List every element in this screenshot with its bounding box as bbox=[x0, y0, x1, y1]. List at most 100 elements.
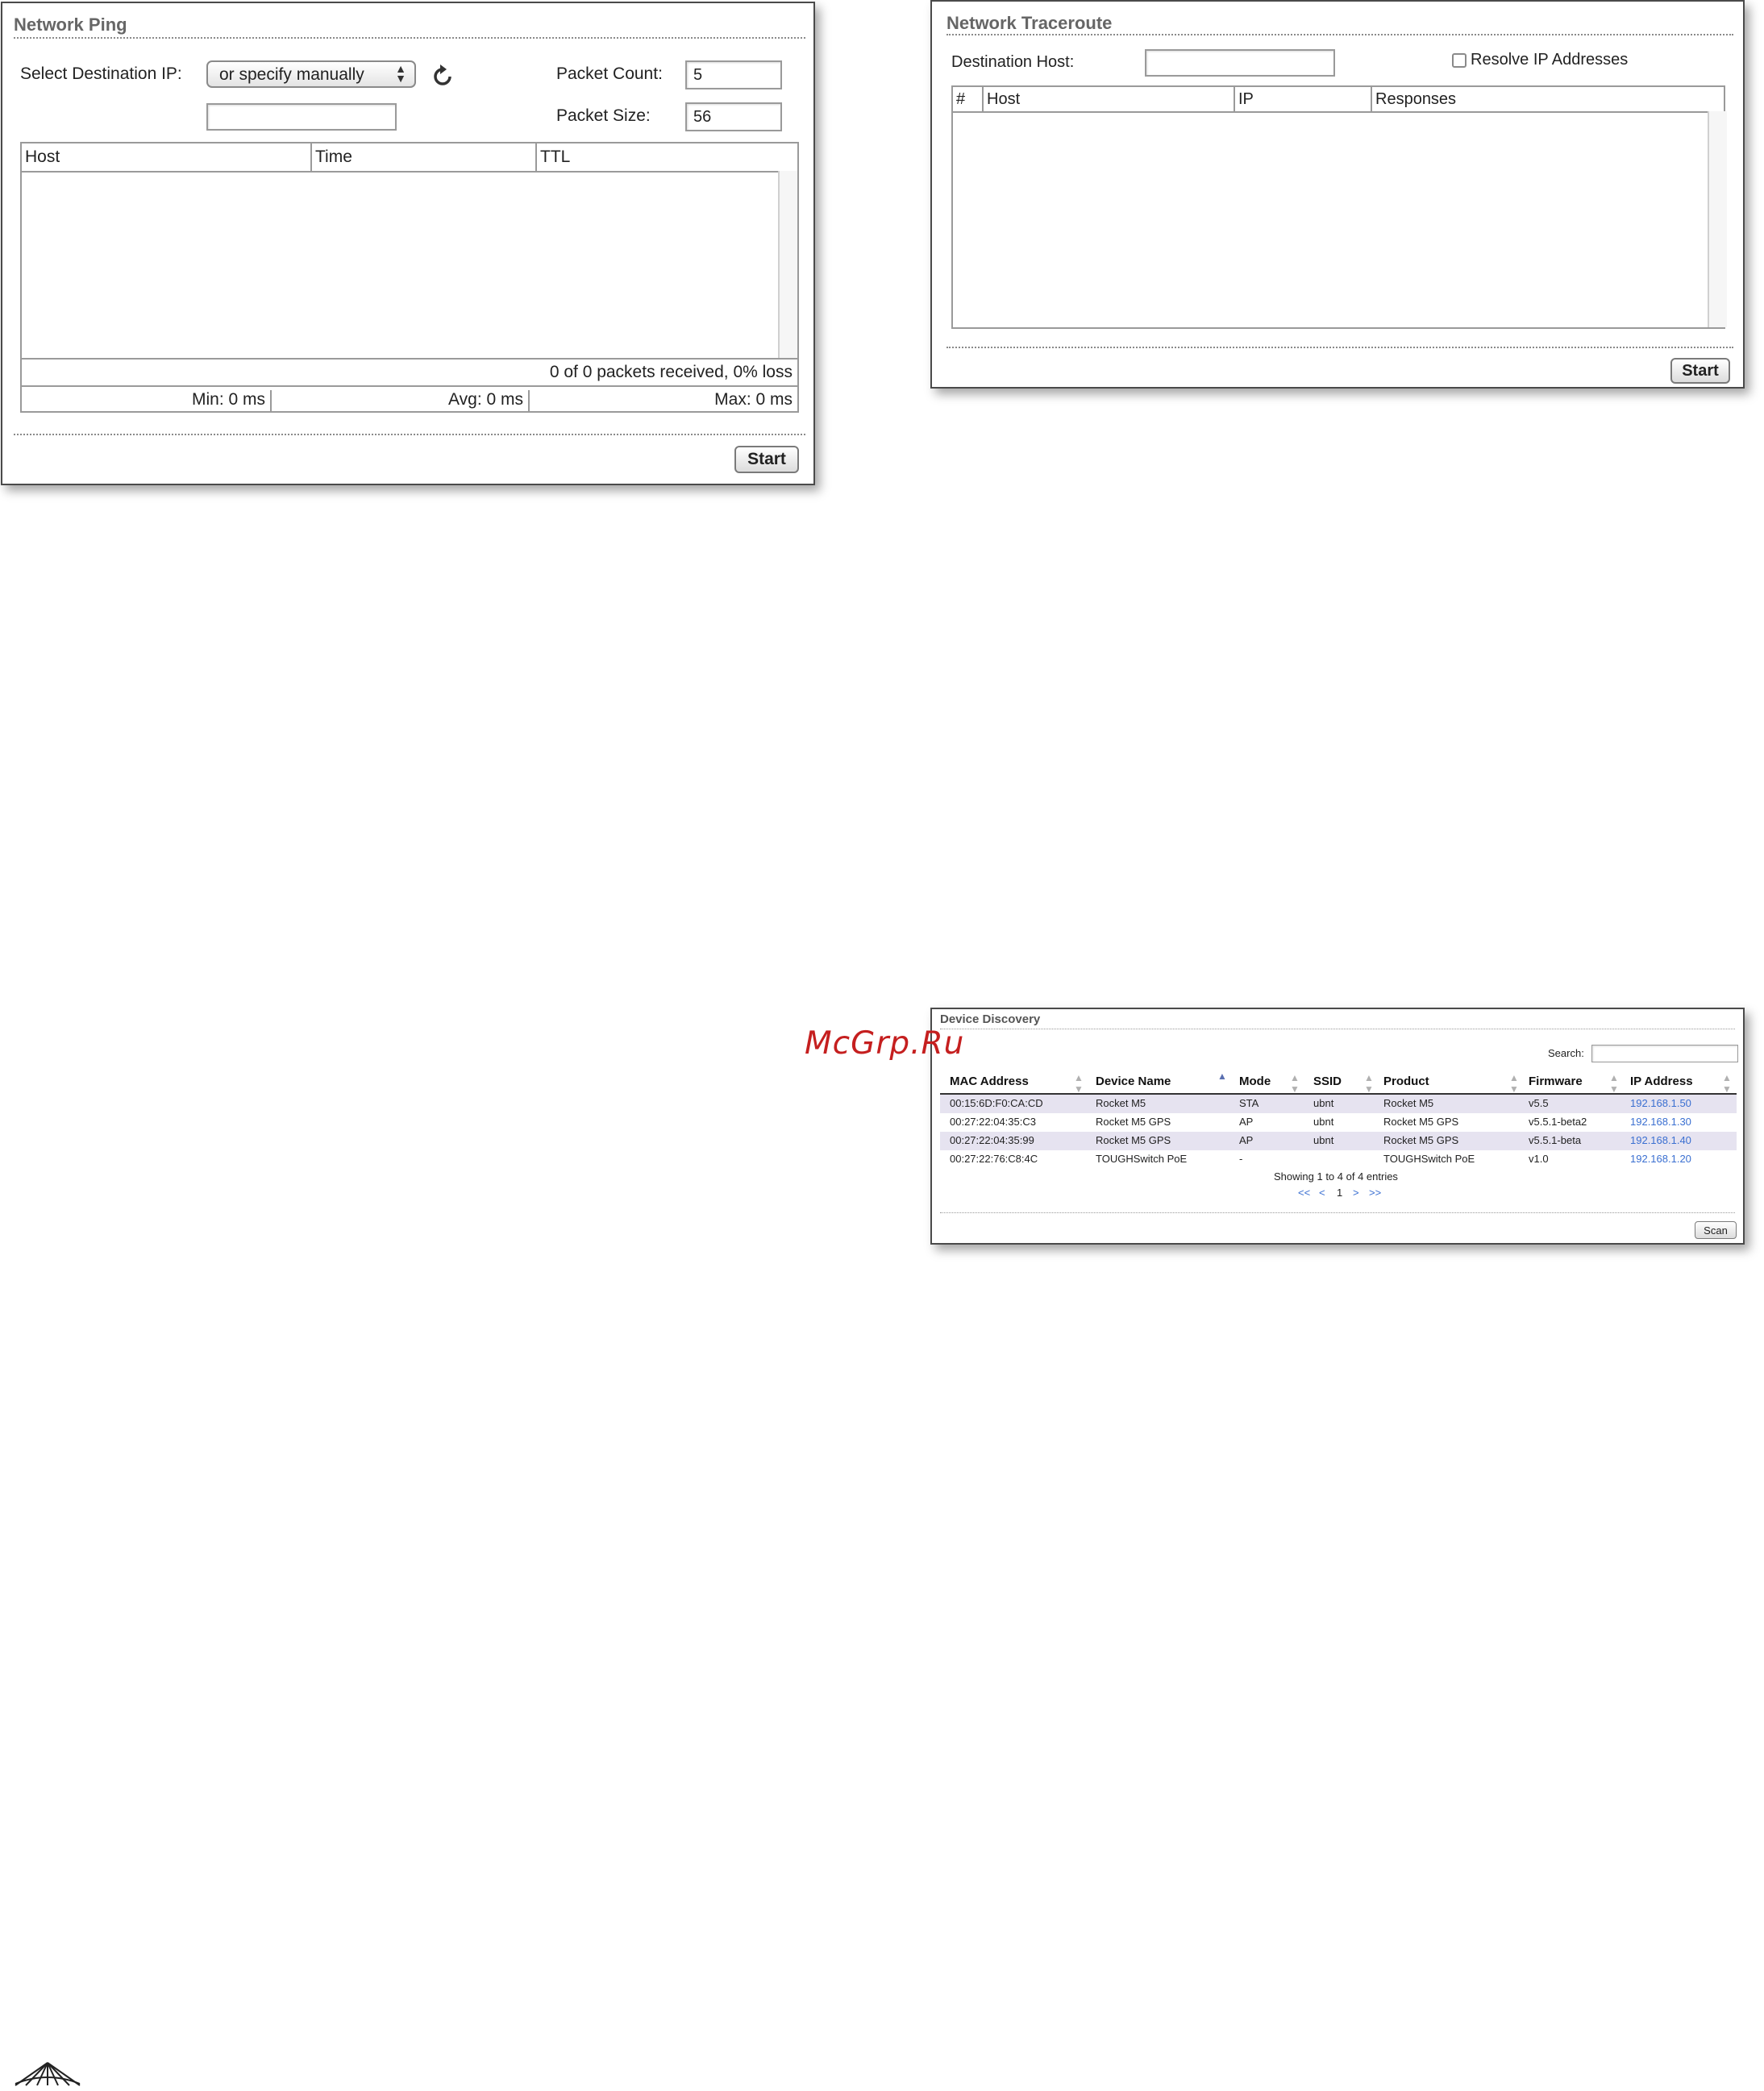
packet-size-label: Packet Size: bbox=[556, 106, 651, 125]
search-input[interactable] bbox=[1591, 1045, 1738, 1062]
packet-count-label: Packet Count: bbox=[556, 64, 663, 83]
col-responses[interactable]: Responses bbox=[1372, 87, 1724, 111]
search-label: Search: bbox=[1548, 1047, 1584, 1059]
col-device-name[interactable]: Device Name bbox=[1096, 1075, 1171, 1088]
traceroute-start-button[interactable]: Start bbox=[1670, 358, 1730, 384]
ping-max: Max: 0 ms bbox=[714, 390, 793, 409]
product-cell: Rocket M5 GPS bbox=[1383, 1116, 1459, 1128]
table-row[interactable]: 00:27:22:76:C8:4C TOUGHSwitch PoE - TOUG… bbox=[940, 1150, 1737, 1169]
destination-host-input[interactable] bbox=[1145, 49, 1335, 77]
dest-ip-select-value: or specify manually bbox=[219, 65, 364, 84]
ping-stats-row: Min: 0 ms Avg: 0 ms Max: 0 ms bbox=[22, 385, 797, 413]
ping-footer-divider bbox=[14, 434, 805, 435]
firmware-cell: v1.0 bbox=[1529, 1153, 1549, 1165]
ssid-cell: ubnt bbox=[1313, 1116, 1334, 1128]
sort-asc-icon[interactable]: ▲ bbox=[1217, 1070, 1227, 1082]
resolve-ip-label[interactable]: Resolve IP Addresses bbox=[1471, 51, 1628, 69]
showing-entries-text: Showing 1 to 4 of 4 entries bbox=[1274, 1170, 1398, 1183]
device-name-cell: Rocket M5 GPS bbox=[1096, 1134, 1171, 1146]
prev-page-link[interactable]: < bbox=[1319, 1187, 1325, 1199]
destination-host-label: Destination Host: bbox=[951, 53, 1075, 71]
firmware-cell: v5.5.1-beta bbox=[1529, 1134, 1582, 1146]
mode-cell: AP bbox=[1239, 1134, 1254, 1146]
product-cell: Rocket M5 bbox=[1383, 1097, 1434, 1109]
mac-cell: 00:27:22:76:C8:4C bbox=[950, 1153, 1038, 1165]
dest-ip-select[interactable]: or specify manually ▲ ▼ bbox=[206, 60, 416, 88]
ip-address-link[interactable]: 192.168.1.40 bbox=[1630, 1134, 1691, 1146]
ping-summary-row: 0 of 0 packets received, 0% loss bbox=[22, 358, 797, 387]
table-row[interactable]: 00:15:6D:F0:CA:CD Rocket M5 STA ubnt Roc… bbox=[940, 1095, 1737, 1113]
ip-address-link[interactable]: 192.168.1.50 bbox=[1630, 1097, 1691, 1109]
device-name-cell: TOUGHSwitch PoE bbox=[1096, 1153, 1188, 1165]
sort-icon[interactable]: ▲ ▼ bbox=[1364, 1072, 1374, 1095]
resolve-ip-checkbox[interactable] bbox=[1452, 53, 1467, 68]
discovery-footer-divider bbox=[940, 1212, 1735, 1213]
product-cell: TOUGHSwitch PoE bbox=[1383, 1153, 1475, 1165]
mode-cell: AP bbox=[1239, 1116, 1254, 1128]
col-firmware[interactable]: Firmware bbox=[1529, 1075, 1583, 1088]
device-name-cell: Rocket M5 GPS bbox=[1096, 1116, 1171, 1128]
col-ttl[interactable]: TTL bbox=[537, 143, 797, 171]
sort-icon[interactable]: ▲ ▼ bbox=[1074, 1072, 1084, 1095]
ping-summary: 0 of 0 packets received, 0% loss bbox=[549, 363, 793, 381]
col-time[interactable]: Time bbox=[312, 143, 537, 171]
traceroute-results-table: # Host IP Responses bbox=[951, 85, 1727, 329]
mac-cell: 00:27:22:04:35:99 bbox=[950, 1134, 1034, 1146]
pagination: << < 1 > >> bbox=[1298, 1187, 1395, 1201]
device-name-cell: Rocket M5 bbox=[1096, 1097, 1146, 1109]
discovery-title: Device Discovery bbox=[940, 1012, 1041, 1026]
product-cell: Rocket M5 GPS bbox=[1383, 1134, 1459, 1146]
ssid-cell: ubnt bbox=[1313, 1134, 1334, 1146]
ping-results-table: Host Time TTL 0 of 0 packets received, 0… bbox=[20, 142, 799, 413]
col-host[interactable]: Host bbox=[984, 87, 1235, 111]
traceroute-scrollbar[interactable] bbox=[1708, 111, 1727, 327]
device-discovery-panel: Device Discovery Search: MAC Address ▲ ▼ … bbox=[930, 1008, 1745, 1245]
ping-scrollbar[interactable] bbox=[778, 171, 797, 358]
col-ssid[interactable]: SSID bbox=[1313, 1075, 1342, 1088]
ssid-cell: ubnt bbox=[1313, 1097, 1334, 1109]
dest-ip-label: Select Destination IP: bbox=[20, 64, 182, 83]
discovery-table-body: 00:15:6D:F0:CA:CD Rocket M5 STA ubnt Roc… bbox=[940, 1095, 1737, 1169]
mode-cell: - bbox=[1239, 1153, 1243, 1165]
packet-count-input[interactable] bbox=[685, 60, 782, 89]
ip-address-link[interactable]: 192.168.1.20 bbox=[1630, 1153, 1691, 1165]
sort-icon[interactable]: ▲ ▼ bbox=[1290, 1072, 1300, 1095]
last-page-link[interactable]: >> bbox=[1369, 1187, 1381, 1199]
traceroute-title: Network Traceroute bbox=[946, 13, 1113, 33]
col-mac-address[interactable]: MAC Address bbox=[950, 1075, 1029, 1088]
firmware-cell: v5.5.1-beta2 bbox=[1529, 1116, 1587, 1128]
network-traceroute-panel: Network Traceroute Destination Host: Res… bbox=[930, 0, 1745, 389]
manual-ip-input[interactable] bbox=[206, 103, 397, 131]
table-row[interactable]: 00:27:22:04:35:99 Rocket M5 GPS AP ubnt … bbox=[940, 1132, 1737, 1150]
first-page-link[interactable]: << bbox=[1298, 1187, 1310, 1199]
scan-button[interactable]: Scan bbox=[1695, 1221, 1737, 1239]
col-product[interactable]: Product bbox=[1383, 1075, 1429, 1088]
ping-avg: Avg: 0 ms bbox=[272, 390, 530, 413]
col-mode[interactable]: Mode bbox=[1239, 1075, 1271, 1088]
ip-address-link[interactable]: 192.168.1.30 bbox=[1630, 1116, 1691, 1128]
firmware-cell: v5.5 bbox=[1529, 1097, 1549, 1109]
refresh-icon[interactable] bbox=[431, 63, 455, 89]
col-host[interactable]: Host bbox=[22, 143, 312, 171]
table-row[interactable]: 00:27:22:04:35:C3 Rocket M5 GPS AP ubnt … bbox=[940, 1113, 1737, 1132]
mac-cell: 00:27:22:04:35:C3 bbox=[950, 1116, 1036, 1128]
watermark-text: McGrp.Ru bbox=[805, 1025, 965, 1062]
packet-size-input[interactable] bbox=[685, 102, 782, 131]
logo-icon bbox=[11, 2060, 84, 2087]
current-page: 1 bbox=[1337, 1187, 1343, 1199]
ping-title-divider bbox=[14, 37, 805, 39]
sort-icon[interactable]: ▲ ▼ bbox=[1509, 1072, 1519, 1095]
traceroute-table-header: # Host IP Responses bbox=[953, 87, 1724, 113]
discovery-table-header: MAC Address ▲ ▼ Device Name ▲ Mode ▲ ▼ SSI… bbox=[940, 1070, 1737, 1095]
ping-start-button[interactable]: Start bbox=[734, 446, 799, 473]
select-arrows-icon: ▲ ▼ bbox=[395, 62, 406, 85]
sort-icon[interactable]: ▲ ▼ bbox=[1722, 1072, 1732, 1095]
col-ip-address[interactable]: IP Address bbox=[1630, 1075, 1693, 1088]
next-page-link[interactable]: > bbox=[1353, 1187, 1359, 1199]
mode-cell: STA bbox=[1239, 1097, 1259, 1109]
ping-min: Min: 0 ms bbox=[22, 390, 272, 413]
sort-icon[interactable]: ▲ ▼ bbox=[1609, 1072, 1619, 1095]
col-ip[interactable]: IP bbox=[1235, 87, 1372, 111]
col-hop-number[interactable]: # bbox=[953, 87, 984, 111]
ping-title: Network Ping bbox=[14, 15, 127, 35]
